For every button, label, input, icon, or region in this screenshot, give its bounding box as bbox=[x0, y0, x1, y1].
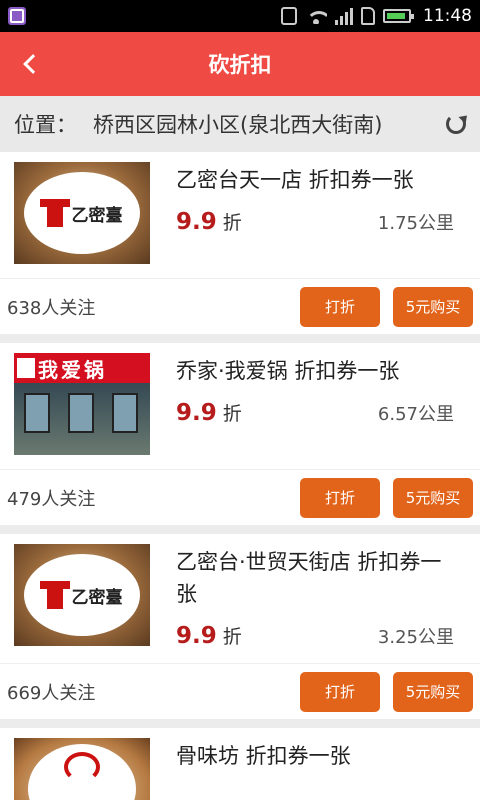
deal-card[interactable]: 骨味坊 折扣券一张 bbox=[0, 728, 480, 800]
store-thumbnail: 我爱锅 bbox=[14, 353, 150, 455]
buy-button[interactable]: 5元购买 bbox=[393, 477, 473, 518]
battery-icon bbox=[383, 9, 414, 23]
bargain-button[interactable]: 打折 bbox=[300, 671, 380, 712]
status-left bbox=[8, 7, 281, 25]
deal-title: 骨味坊 折扣券一张 bbox=[176, 744, 351, 768]
status-bar: 11:48 bbox=[0, 0, 480, 32]
discount-unit: 折 bbox=[222, 212, 242, 234]
status-time: 11:48 bbox=[423, 6, 472, 26]
deal-card[interactable]: 我爱锅 乔家·我爱锅 折扣券一张 9.9 折 6.57公里 479人关注 打折 … bbox=[0, 343, 480, 525]
deal-title: 乙密台·世贸天街店 折扣券一张 bbox=[176, 550, 442, 606]
store-thumbnail: 乙密臺 bbox=[14, 544, 150, 646]
discount-value: 9.9 bbox=[176, 623, 217, 649]
sim-card-icon bbox=[361, 7, 375, 25]
buy-button[interactable]: 5元购买 bbox=[393, 671, 473, 712]
store-logo: 乙密臺 bbox=[39, 581, 123, 609]
deal-title: 乙密台天一店 折扣券一张 bbox=[176, 168, 414, 192]
store-logo: 乙密臺 bbox=[39, 199, 123, 227]
chevron-left-icon bbox=[23, 54, 43, 74]
buy-button[interactable]: 5元购买 bbox=[393, 286, 473, 327]
follower-count: 638人关注 bbox=[7, 297, 96, 319]
discount-unit: 折 bbox=[222, 626, 242, 648]
store-thumbnail bbox=[14, 738, 150, 800]
store-logo bbox=[64, 752, 100, 782]
wifi-icon bbox=[305, 8, 327, 24]
discount-value: 9.9 bbox=[176, 400, 217, 426]
vibrate-icon bbox=[281, 7, 297, 25]
location-address[interactable]: 桥西区园林小区(泉北西大街南) bbox=[93, 109, 434, 139]
distance: 1.75公里 bbox=[377, 213, 454, 234]
discount: 9.9 折 bbox=[176, 399, 242, 426]
follower-count: 479人关注 bbox=[7, 488, 96, 510]
discount: 9.9 折 bbox=[176, 622, 242, 649]
discount-value: 9.9 bbox=[176, 209, 217, 235]
status-right: 11:48 bbox=[281, 6, 472, 26]
bargain-button[interactable]: 打折 bbox=[300, 477, 380, 518]
follower-count: 669人关注 bbox=[7, 682, 96, 704]
nav-bar: 砍折扣 bbox=[0, 32, 480, 96]
deal-card[interactable]: 乙密臺 乙密台天一店 折扣券一张 9.9 折 1.75公里 638人关注 打折 … bbox=[0, 152, 480, 334]
store-sign: 我爱锅 bbox=[14, 353, 150, 383]
deal-title: 乔家·我爱锅 折扣券一张 bbox=[176, 359, 400, 383]
refresh-icon[interactable] bbox=[444, 112, 468, 136]
deal-card[interactable]: 乙密臺 乙密台·世贸天街店 折扣券一张 9.9 折 3.25公里 669人关注 … bbox=[0, 534, 480, 719]
back-button[interactable] bbox=[0, 32, 60, 96]
distance: 6.57公里 bbox=[377, 404, 454, 425]
location-label: 位置： bbox=[14, 113, 77, 137]
page-title: 砍折扣 bbox=[208, 53, 272, 77]
discount: 9.9 折 bbox=[176, 208, 242, 235]
location-bar: 位置： 桥西区园林小区(泉北西大街南) bbox=[0, 96, 480, 152]
store-thumbnail: 乙密臺 bbox=[14, 162, 150, 264]
discount-unit: 折 bbox=[222, 403, 242, 425]
signal-icon bbox=[335, 7, 353, 25]
deal-list: 乙密臺 乙密台天一店 折扣券一张 9.9 折 1.75公里 638人关注 打折 … bbox=[0, 152, 480, 800]
bargain-button[interactable]: 打折 bbox=[300, 286, 380, 327]
app-notification-icon bbox=[8, 7, 26, 25]
distance: 3.25公里 bbox=[377, 627, 454, 648]
